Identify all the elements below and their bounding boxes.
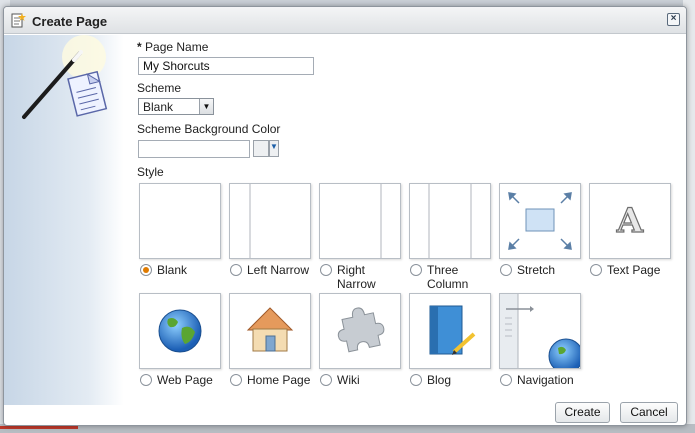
page-name-input[interactable] (138, 57, 314, 75)
radio-stretch[interactable] (500, 264, 512, 276)
book-pencil-icon (429, 305, 476, 355)
radio-blog[interactable] (410, 374, 422, 386)
radio-label-blog: Blog (427, 373, 452, 387)
color-swatch[interactable] (253, 140, 269, 157)
radio-label-three-column: Three Column (427, 263, 469, 291)
required-marker: * (137, 40, 142, 54)
radio-left-narrow[interactable] (230, 264, 242, 276)
radio-three-column[interactable] (410, 264, 422, 276)
style-tile-blank[interactable] (139, 183, 221, 259)
close-button[interactable]: × (667, 13, 680, 26)
radio-home-page[interactable] (230, 374, 242, 386)
radio-label-text-page: Text Page (607, 263, 661, 277)
svg-text:A: A (616, 201, 644, 241)
stretch-layout-icon (508, 192, 572, 250)
left-narrow-layout-icon (249, 184, 251, 258)
wizard-illustration (4, 35, 124, 405)
house-icon (246, 307, 294, 352)
radio-label-home-page: Home Page (247, 373, 311, 387)
radio-blank[interactable] (140, 264, 152, 276)
radio-right-narrow[interactable] (320, 264, 332, 276)
background-accent-bar (0, 426, 78, 429)
style-label: Style (137, 165, 164, 179)
radio-label-stretch: Stretch (517, 263, 556, 277)
right-narrow-layout-icon (380, 184, 382, 258)
color-picker-dropdown[interactable]: ▼ (269, 140, 279, 157)
style-tile-left-narrow[interactable] (229, 183, 311, 259)
create-page-icon (11, 13, 26, 28)
create-button[interactable]: Create (555, 402, 610, 423)
radio-web-page[interactable] (140, 374, 152, 386)
scheme-bg-color-label: Scheme Background Color (137, 122, 281, 136)
scheme-select[interactable]: Blank ▼ (138, 98, 214, 115)
blank-layout-icon (140, 184, 220, 258)
radio-label-right-narrow: Right Narrow (337, 263, 376, 291)
style-tile-three-column[interactable] (409, 183, 491, 259)
style-tile-blog[interactable] (409, 293, 491, 369)
radio-label-left-narrow: Left Narrow (247, 263, 310, 277)
page-name-label: * Page Name (137, 40, 208, 54)
text-page-icon: A (615, 200, 644, 241)
cancel-button[interactable]: Cancel (620, 402, 678, 423)
create-page-dialog: Create Page × * Page Name Scheme Blank ▼… (3, 6, 687, 426)
globe-icon (158, 309, 202, 353)
style-tile-stretch[interactable] (499, 183, 581, 259)
radio-label-navigation: Navigation (517, 373, 574, 387)
three-column-layout-icon (428, 184, 472, 258)
radio-label-web-page: Web Page (157, 373, 213, 387)
style-tile-text-page[interactable]: A (589, 183, 671, 259)
dialog-titlebar[interactable]: Create Page × (4, 7, 686, 34)
dialog-title: Create Page (32, 14, 108, 29)
puzzle-piece-icon (337, 307, 385, 353)
navigation-globe-icon (500, 294, 584, 374)
scheme-bg-color-input[interactable] (138, 140, 250, 158)
scheme-label: Scheme (137, 81, 182, 95)
radio-wiki[interactable] (320, 374, 332, 386)
radio-navigation[interactable] (500, 374, 512, 386)
style-tile-navigation[interactable] (499, 293, 584, 374)
style-tile-wiki[interactable] (319, 293, 401, 369)
radio-text-page[interactable] (590, 264, 602, 276)
radio-label-blank: Blank (157, 263, 188, 277)
page-name-label-text: Page Name (145, 40, 209, 54)
style-tile-home-page[interactable] (229, 293, 311, 369)
chevron-down-icon: ▼ (199, 99, 213, 114)
radio-label-wiki: Wiki (337, 373, 360, 387)
scheme-select-value: Blank (143, 100, 174, 114)
style-tile-right-narrow[interactable] (319, 183, 401, 259)
style-tile-web-page[interactable] (139, 293, 221, 369)
